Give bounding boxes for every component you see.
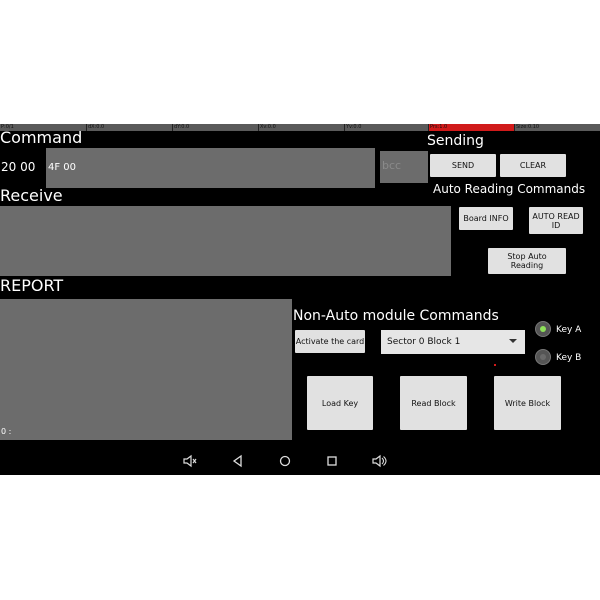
- report-output: 0 :: [0, 299, 292, 440]
- radio-selected-dot: [540, 326, 546, 332]
- debug-yv: Yv:0.0: [344, 124, 428, 131]
- command-value: 4F 00: [48, 162, 77, 173]
- radio-unselected-dot: [540, 354, 546, 360]
- load-key-button[interactable]: Load Key: [307, 376, 373, 430]
- auto-read-id-button[interactable]: AUTO READ ID: [529, 207, 583, 234]
- volume-up-icon[interactable]: [371, 453, 387, 469]
- command-prefix: 20 00: [1, 160, 36, 174]
- receive-title: Receive: [0, 186, 63, 205]
- debug-size: Size:0.10: [514, 124, 600, 131]
- debug-dy: dY:0.0: [172, 124, 258, 131]
- read-block-button[interactable]: Read Block: [400, 376, 467, 430]
- back-icon[interactable]: [230, 453, 246, 469]
- activate-card-button[interactable]: Activate the card: [295, 330, 365, 353]
- recents-icon[interactable]: [324, 453, 340, 469]
- board-info-button[interactable]: Board INFO: [459, 207, 513, 230]
- write-block-button[interactable]: Write Block: [494, 376, 561, 430]
- command-title: Command: [0, 128, 83, 147]
- key-b-radio[interactable]: [535, 349, 551, 365]
- app-screen: P:0/1 dX:0.0 dY:0.0 Xv:0.0 Yv:0.0 Prs:1.…: [0, 124, 600, 475]
- bcc-placeholder: bcc: [382, 159, 402, 172]
- red-marker: [494, 364, 496, 366]
- stop-auto-reading-button[interactable]: Stop Auto Reading: [488, 248, 566, 274]
- bcc-field[interactable]: bcc: [380, 151, 428, 183]
- sector-select-value: Sector 0 Block 1: [387, 337, 461, 347]
- key-b-label: Key B: [556, 353, 582, 363]
- command-prefix-field[interactable]: 20 00: [0, 149, 40, 185]
- sending-title: Sending: [427, 133, 484, 149]
- debug-status-bar: P:0/1 dX:0.0 dY:0.0 Xv:0.0 Yv:0.0 Prs:1.…: [0, 124, 600, 131]
- key-a-radio[interactable]: [535, 321, 551, 337]
- clear-button[interactable]: CLEAR: [500, 154, 566, 177]
- debug-xv: Xv:0.0: [258, 124, 344, 131]
- debug-prs: Prs:1.0: [428, 124, 514, 131]
- auto-reading-title: Auto Reading Commands: [433, 182, 586, 196]
- receive-output: [0, 206, 451, 276]
- non-auto-title: Non-Auto module Commands: [293, 308, 499, 324]
- command-input[interactable]: 4F 00: [46, 148, 375, 188]
- chevron-down-icon: [509, 339, 517, 343]
- send-button[interactable]: SEND: [430, 154, 496, 177]
- report-footer: 0 :: [1, 427, 12, 436]
- report-title: REPORT: [0, 276, 64, 295]
- sector-select[interactable]: Sector 0 Block 1: [381, 330, 525, 354]
- system-nav-bar: [0, 446, 600, 475]
- home-icon[interactable]: [277, 453, 293, 469]
- debug-dx: dX:0.0: [86, 124, 172, 131]
- key-a-label: Key A: [556, 325, 582, 335]
- volume-down-icon[interactable]: [182, 453, 198, 469]
